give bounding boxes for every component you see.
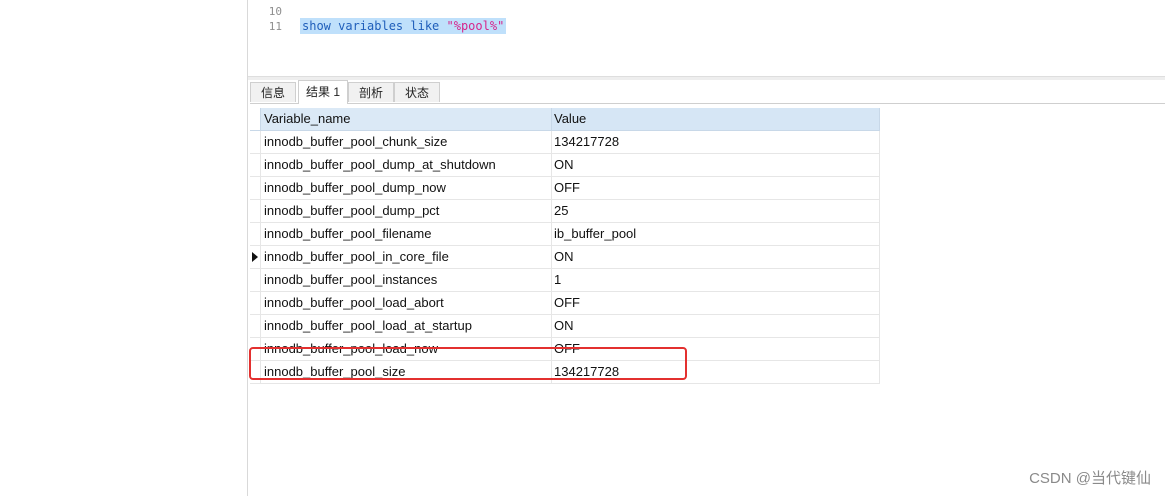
row-indicator [250,177,260,199]
sql-editor[interactable] [248,0,1165,76]
row-indicator [250,315,260,337]
cell-variable-name[interactable]: innodb_buffer_pool_instances [260,269,552,291]
cell-variable-name[interactable]: innodb_buffer_pool_chunk_size [260,131,552,153]
row-indicator [250,246,260,268]
cell-variable-name[interactable]: innodb_buffer_pool_load_at_startup [260,315,552,337]
sql-query-line[interactable]: show variables like "%pool%" [300,18,507,34]
current-row-arrow-icon [252,252,258,262]
cell-value[interactable]: ib_buffer_pool [552,223,880,245]
line-number: 10 [268,5,282,18]
cell-value[interactable]: ON [552,154,880,176]
cell-variable-name[interactable]: innodb_buffer_pool_load_abort [260,292,552,314]
cell-value[interactable]: OFF [552,292,880,314]
table-row[interactable]: innodb_buffer_pool_dump_pct 25 [250,200,880,223]
sql-keywords: show variables like [302,19,447,33]
cell-value[interactable]: ON [552,246,880,268]
tab-result-1[interactable]: 结果 1 [298,80,348,104]
cell-value[interactable]: 25 [552,200,880,222]
column-header-variable-name[interactable]: Variable_name [260,108,552,130]
row-indicator [250,292,260,314]
cell-value[interactable]: ON [552,315,880,337]
cell-variable-name[interactable]: innodb_buffer_pool_dump_at_shutdown [260,154,552,176]
cell-value[interactable]: 134217728 [552,131,880,153]
row-indicator [250,131,260,153]
row-indicator [250,154,260,176]
highlight-annotation-box [249,347,687,380]
row-indicator [250,269,260,291]
line-number-gutter: 10 11 [248,0,286,76]
cell-variable-name[interactable]: innodb_buffer_pool_in_core_file [260,246,552,268]
table-row[interactable]: innodb_buffer_pool_filename ib_buffer_poo… [250,223,880,246]
cell-value[interactable]: 1 [552,269,880,291]
table-row[interactable]: innodb_buffer_pool_instances 1 [250,269,880,292]
cell-variable-name[interactable]: innodb_buffer_pool_filename [260,223,552,245]
column-header-value[interactable]: Value [552,108,880,130]
table-row[interactable]: innodb_buffer_pool_dump_now OFF [250,177,880,200]
cell-variable-name[interactable]: innodb_buffer_pool_dump_now [260,177,552,199]
sql-string-literal: "%pool%" [446,19,505,33]
tab-status[interactable]: 状态 [394,82,440,102]
cell-variable-name[interactable]: innodb_buffer_pool_dump_pct [260,200,552,222]
table-row[interactable]: innodb_buffer_pool_dump_at_shutdown ON [250,154,880,177]
tab-profile[interactable]: 剖析 [348,82,394,102]
table-row[interactable]: innodb_buffer_pool_chunk_size 134217728 [250,131,880,154]
tab-info[interactable]: 信息 [250,82,296,102]
table-row[interactable]: innodb_buffer_pool_load_abort OFF [250,292,880,315]
result-tabs: 信息 结果 1 剖析 状态 [250,80,1165,104]
cell-value[interactable]: OFF [552,177,880,199]
row-indicator [250,223,260,245]
watermark: CSDN @当代键仙 [1029,470,1151,487]
table-row[interactable]: innodb_buffer_pool_load_at_startup ON [250,315,880,338]
result-grid[interactable]: Variable_name Value innodb_buffer_pool_c… [250,108,880,384]
left-pane [0,0,248,496]
line-number: 11 [268,20,282,33]
table-row[interactable]: innodb_buffer_pool_in_core_file ON [250,246,880,269]
row-indicator [250,200,260,222]
grid-header-row: Variable_name Value [250,108,880,131]
